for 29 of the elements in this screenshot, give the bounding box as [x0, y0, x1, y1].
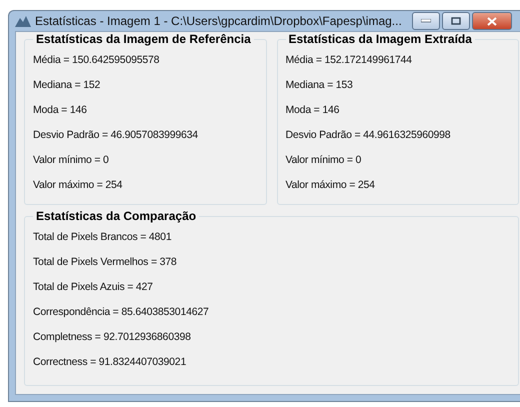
stat-label: Desvio Padrão = 44.9616325960998 [286, 128, 452, 143]
stat-label: Completness = 92.7012936860398 [33, 330, 192, 345]
stat-label: Total de Pixels Brancos = 4801 [33, 230, 172, 245]
stat-label: Moda = 146 [286, 103, 340, 118]
stat-label: Valor mínimo = 0 [33, 153, 110, 168]
stat-label: Total de Pixels Vermelhos = 378 [33, 255, 178, 270]
group-title: Estatísticas da Comparação [35, 209, 198, 223]
stat-label: Valor máximo = 254 [33, 178, 124, 193]
stat-label: Valor máximo = 254 [286, 178, 376, 193]
maximize-button[interactable] [442, 12, 470, 30]
stat-label: Moda = 146 [33, 103, 88, 118]
stat-label: Total de Pixels Azuis = 427 [33, 280, 154, 295]
close-button[interactable] [472, 12, 512, 30]
window-title: Estatísticas - Imagem 1 - C:\Users\gpcardim\Dropbox\Fapesp\imag... [35, 14, 402, 28]
stat-label: Média = 150.642595095578 [33, 53, 160, 68]
stat-label: Mediana = 152 [33, 78, 102, 93]
minimize-button[interactable] [412, 12, 440, 30]
stat-label: Correctness = 91.8324407039021 [33, 355, 188, 370]
group-title: Estatísticas da Imagem de Referência [35, 32, 252, 46]
stat-label: Desvio Padrão = 46.9057083999634 [33, 128, 199, 143]
app-icon [15, 15, 31, 27]
stat-label: Média = 152.172149961744 [286, 53, 413, 68]
stat-label: Mediana = 153 [286, 78, 354, 93]
stat-label: Correspondência = 85.6403853014627 [33, 305, 210, 320]
group-title: Estatísticas da Imagem Extraída [288, 32, 473, 46]
maximize-icon [450, 17, 461, 25]
minimize-icon [420, 19, 431, 23]
stat-label: Valor mínimo = 0 [286, 153, 362, 168]
close-icon [486, 16, 497, 26]
